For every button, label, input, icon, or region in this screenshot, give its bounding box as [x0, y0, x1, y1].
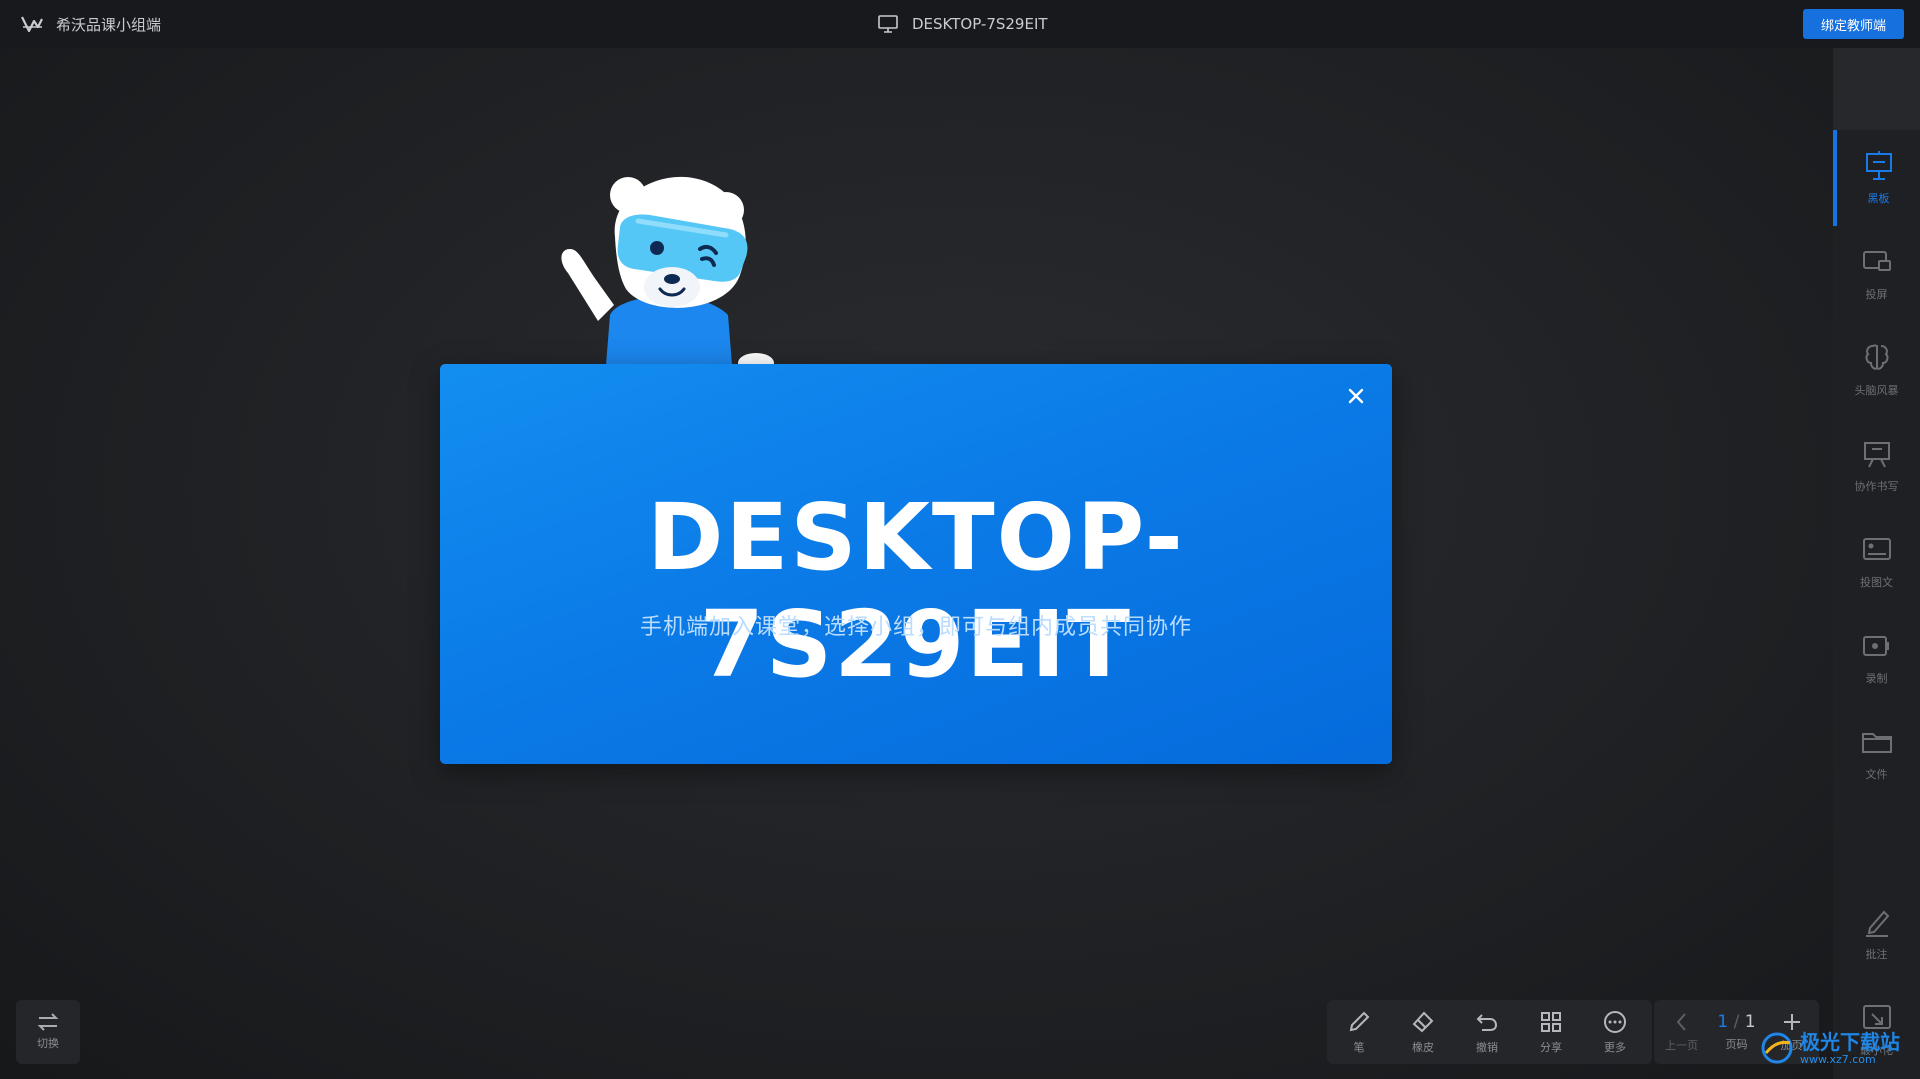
more-icon — [1604, 1011, 1626, 1033]
bear-mascot-illustration — [561, 176, 774, 365]
sidebar-item-label: 录制 — [1865, 672, 1888, 685]
tool-label: 笔 — [1353, 1041, 1365, 1054]
device-name-dialog: DESKTOP-7S29EIT 手机端加入课堂，选择小组，即可与组内成员共同协作 — [440, 364, 1392, 764]
sidebar-item-label: 文件 — [1865, 768, 1888, 781]
dialog-instruction: 手机端加入课堂，选择小组，即可与组内成员共同协作 — [639, 615, 1192, 640]
blackboard-icon — [1865, 151, 1892, 180]
device-name: DESKTOP-7S29EIT — [912, 15, 1048, 33]
tool-label: 更多 — [1604, 1041, 1626, 1054]
sidebar-item-record[interactable]: 录制 — [1833, 610, 1920, 706]
image-text-icon — [1862, 538, 1891, 560]
share-tool-button[interactable]: 分享 — [1519, 1000, 1583, 1064]
sidebar-item-collab-write[interactable]: 协作书写 — [1833, 418, 1920, 514]
tool-label: 撤销 — [1476, 1041, 1498, 1054]
device-name-group: DESKTOP-7S29EIT — [878, 13, 1048, 35]
sidebar-item-image-text[interactable]: 投图文 — [1833, 514, 1920, 610]
current-page: 1 — [1717, 1012, 1729, 1032]
sidebar-item-files[interactable]: 文件 — [1833, 706, 1920, 802]
sidebar-item-label: 头脑风暴 — [1854, 384, 1899, 397]
swap-icon — [37, 1013, 59, 1031]
switch-button[interactable]: 切换 — [16, 1000, 80, 1064]
tool-label: 橡皮 — [1412, 1041, 1434, 1054]
sidebar-item-label: 协作书写 — [1854, 480, 1899, 493]
watermark-text: 极光下载站 — [1800, 1029, 1900, 1054]
share-icon — [1541, 1012, 1561, 1032]
pen-icon — [1349, 1011, 1370, 1032]
watermark-url: www.xz7.com — [1800, 1052, 1876, 1066]
page-indicator[interactable]: 1 / 1 页码 — [1709, 1000, 1764, 1064]
page-label: 页码 — [1725, 1038, 1748, 1051]
drawing-toolbar: 笔 橡皮 撤销 分享 更多 — [1327, 1000, 1652, 1064]
bind-teacher-button[interactable]: 绑定教师端 — [1803, 9, 1904, 39]
sidebar-item-label: 黑板 — [1867, 192, 1890, 205]
sidebar-item-label: 批注 — [1865, 948, 1888, 961]
sidebar-item-brainstorm[interactable]: 头脑风暴 — [1833, 322, 1920, 418]
undo-tool-button[interactable]: 撤销 — [1455, 1000, 1519, 1064]
sidebar-item-blackboard[interactable]: 黑板 — [1833, 130, 1920, 226]
record-icon — [1862, 636, 1889, 656]
sidebar-item-label: 投屏 — [1865, 288, 1888, 301]
prev-page-button[interactable]: 上一页 — [1654, 1000, 1709, 1064]
sidebar-item-label: 投图文 — [1860, 576, 1893, 589]
undo-icon — [1476, 1014, 1498, 1031]
page-number: 1 / 1 — [1717, 1012, 1755, 1032]
prev-page-label: 上一页 — [1665, 1039, 1698, 1052]
brainstorm-icon — [1865, 344, 1888, 370]
screen-cast-icon — [1862, 251, 1891, 271]
app-title: 希沃品课小组端 — [56, 16, 162, 34]
top-bar: 希沃品课小组端 DESKTOP-7S29EIT 绑定教师端 — [0, 0, 1920, 48]
tool-label: 分享 — [1540, 1041, 1562, 1054]
watermark-text-group: 极光下载站 www.xz7.com — [1800, 1031, 1900, 1066]
monitor-icon — [878, 15, 898, 33]
watermark: 极光下载站 www.xz7.com — [1760, 1024, 1910, 1072]
page-separator: / — [1728, 1012, 1745, 1032]
pen-tool-button[interactable]: 笔 — [1327, 1000, 1391, 1064]
sidebar-item-screen-cast[interactable]: 投屏 — [1833, 226, 1920, 322]
more-tool-button[interactable]: 更多 — [1583, 1000, 1647, 1064]
sidebar-item-annotate[interactable]: 批注 — [1833, 886, 1920, 982]
eraser-tool-button[interactable]: 橡皮 — [1391, 1000, 1455, 1064]
close-icon[interactable] — [1344, 384, 1368, 408]
right-sidebar: 黑板 投屏 头脑风暴 协作书写 投图文 录制 文件 批注 最小化 — [1833, 48, 1920, 1079]
annotate-icon — [1865, 910, 1889, 937]
collab-write-icon — [1863, 442, 1890, 468]
dialog-device-name: DESKTOP-7S29EIT — [647, 484, 1185, 698]
switch-label: 切换 — [37, 1037, 59, 1050]
total-pages: 1 — [1744, 1012, 1756, 1032]
app-logo-icon — [21, 16, 43, 33]
folder-icon — [1861, 733, 1892, 753]
chevron-left-icon — [1676, 1013, 1686, 1031]
watermark-logo-icon — [1761, 1032, 1793, 1064]
eraser-icon — [1412, 1011, 1434, 1033]
sidebar-header — [1833, 48, 1920, 130]
